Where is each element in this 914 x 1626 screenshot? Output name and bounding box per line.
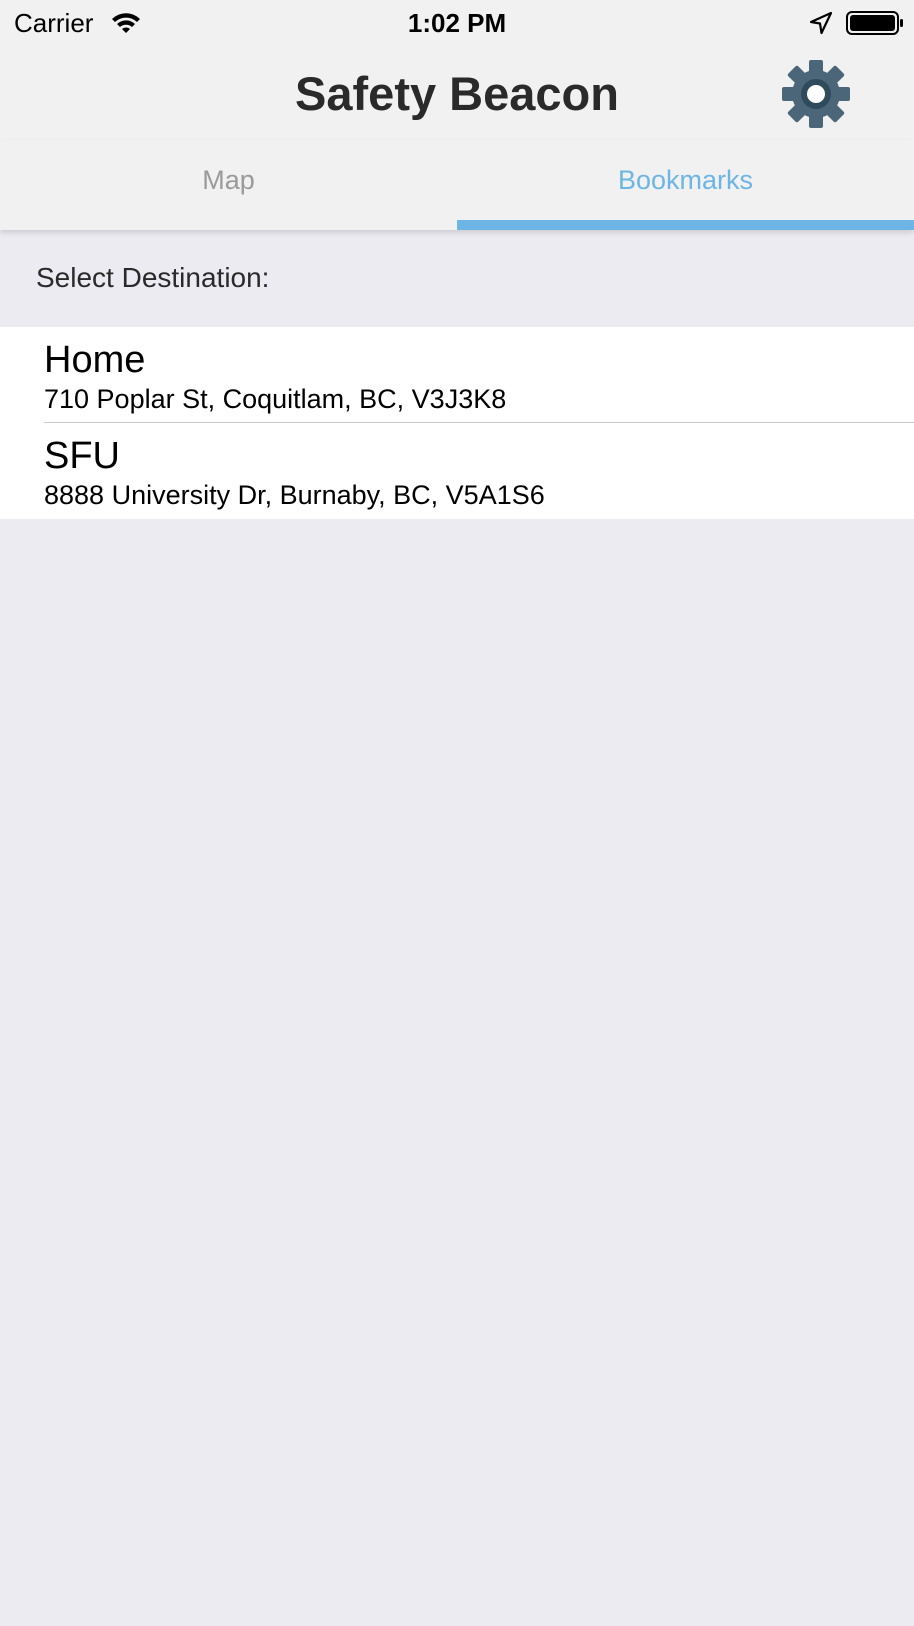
location-arrow-icon [808, 10, 834, 36]
bookmark-name: Home [44, 339, 146, 381]
select-destination-label: Select Destination: [36, 262, 270, 293]
app-header: Safety Beacon [0, 46, 914, 140]
battery-icon [846, 10, 904, 36]
gear-icon [782, 60, 850, 128]
tab-map[interactable]: Map [0, 140, 457, 230]
settings-button[interactable] [780, 58, 852, 130]
status-time: 1:02 PM [407, 8, 507, 38]
tab-map-label: Map [202, 165, 255, 195]
bookmark-name: SFU [44, 435, 120, 477]
tab-bar: Map Bookmarks [0, 140, 914, 230]
tab-bookmarks-label: Bookmarks [617, 165, 754, 195]
status-bar: Carrier 1:02 PM [0, 0, 914, 46]
active-tab-indicator [457, 220, 914, 230]
bookmark-address: 710 Poplar St, Coquitlam, BC, V3J3K8 [44, 384, 507, 414]
tab-bookmarks[interactable]: Bookmarks [457, 140, 914, 230]
bookmark-item-home[interactable]: Home 710 Poplar St, Coquitlam, BC, V3J3K… [0, 327, 914, 423]
page-title: Safety Beacon [295, 67, 619, 120]
bookmark-list: Home 710 Poplar St, Coquitlam, BC, V3J3K… [0, 327, 914, 519]
bookmark-item-sfu[interactable]: SFU 8888 University Dr, Burnaby, BC, V5A… [0, 423, 914, 519]
bookmark-address: 8888 University Dr, Burnaby, BC, V5A1S6 [44, 480, 545, 510]
